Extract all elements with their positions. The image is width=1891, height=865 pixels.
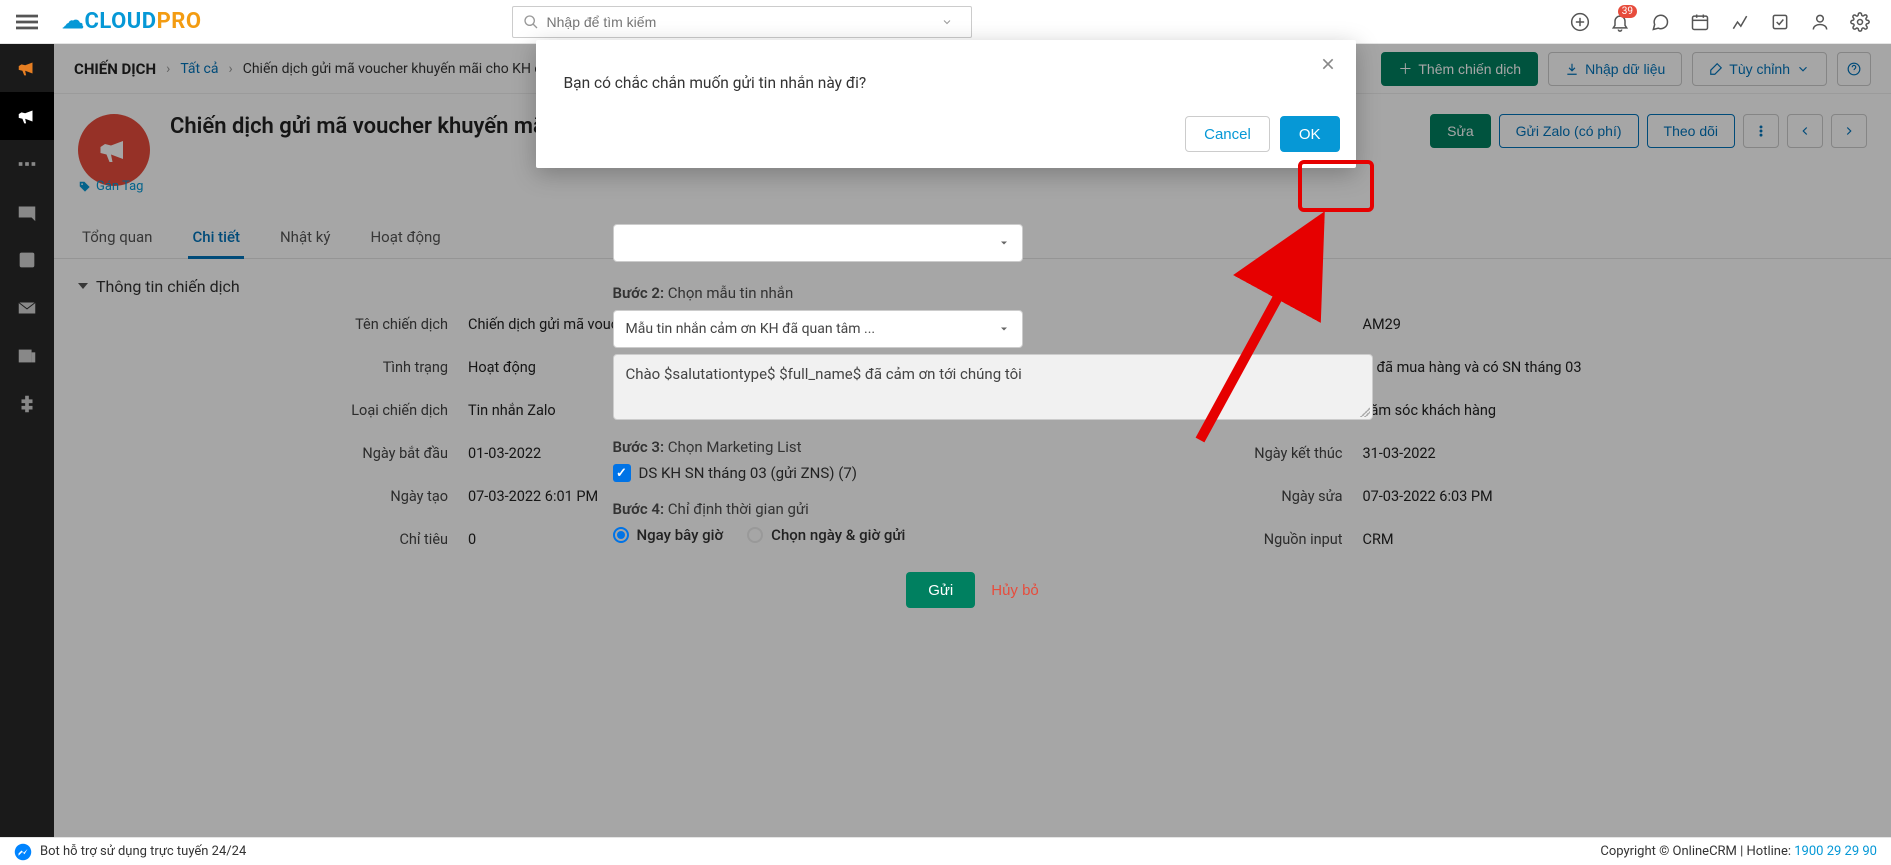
sidebar-item-megaphone[interactable] (0, 44, 54, 92)
sidebar-item-book[interactable] (0, 236, 54, 284)
step2-label: Bước 2: Chọn mẫu tin nhắn (613, 284, 1333, 302)
calendar-button[interactable] (1681, 3, 1719, 41)
dialog-cancel-button[interactable]: Cancel (1185, 116, 1270, 152)
schedule-radios: Ngay bây giờ Chọn ngày & giờ gửi (613, 526, 1333, 544)
step4-label: Bước 4: Chỉ định thời gian gửi (613, 500, 1333, 518)
sidebar-item-mail[interactable] (0, 284, 54, 332)
reports-button[interactable] (1721, 3, 1759, 41)
template-body[interactable]: Chào $salutationtype$ $full_name$ đã cảm… (613, 354, 1373, 420)
close-icon (1320, 56, 1336, 72)
footer-right: Copyright © OnlineCRM | Hotline: 1900 29… (1600, 844, 1877, 859)
dialog-ok-button[interactable]: OK (1280, 116, 1340, 152)
sidebar-item-groups[interactable] (0, 140, 54, 188)
global-search[interactable] (512, 6, 972, 38)
add-button[interactable] (1561, 3, 1599, 41)
menu-toggle[interactable] (0, 0, 54, 44)
settings-button[interactable] (1841, 3, 1879, 41)
radio-checked-icon (613, 527, 629, 543)
dialog-footer: Cancel OK (536, 106, 1356, 168)
radio-unchecked-icon (747, 527, 763, 543)
marketing-list-checkbox[interactable]: DS KH SN tháng 03 (gửi ZNS) (7) (613, 464, 1333, 482)
gear-icon (1850, 12, 1870, 32)
logo[interactable]: ☁CLOUDPRO (62, 9, 202, 34)
chat-button[interactable] (1641, 3, 1679, 41)
confirm-dialog: Bạn có chắc chắn muốn gửi tin nhắn này đ… (536, 40, 1356, 168)
search-icon (523, 14, 539, 30)
checkbox-checked-icon (613, 464, 631, 482)
footer: Bot hỗ trợ sử dụng trực tuyến 24/24 Copy… (0, 837, 1891, 865)
dialog-close-button[interactable] (1316, 52, 1340, 76)
topbar: ☁CLOUDPRO 39 (0, 0, 1891, 44)
panel-buttons: Gửi Hủy bỏ (613, 572, 1333, 608)
hotline-link[interactable]: 1900 29 29 90 (1794, 844, 1877, 859)
notifications-button[interactable]: 39 (1601, 3, 1639, 41)
send-button[interactable]: Gửi (906, 572, 975, 608)
sidebar-item-plugin[interactable] (0, 380, 54, 428)
chevron-down-icon (998, 323, 1010, 335)
hamburger-icon (16, 11, 38, 33)
radio-schedule[interactable]: Chọn ngày & giờ gửi (747, 526, 905, 544)
template-select[interactable]: Mẫu tin nhắn cảm ơn KH đã quan tâm ... (613, 310, 1023, 348)
cancel-send-button[interactable]: Hủy bỏ (991, 582, 1039, 599)
dialog-message: Bạn có chắc chắn muốn gửi tin nhắn này đ… (564, 74, 867, 92)
step3-label: Bước 3: Chọn Marketing List (613, 438, 1333, 456)
sidebar-item-news[interactable] (0, 332, 54, 380)
chevron-down-icon[interactable] (941, 16, 953, 28)
messenger-icon (14, 843, 32, 861)
search-wrap (512, 6, 972, 38)
top-icons: 39 (1561, 3, 1879, 41)
chevron-down-icon (998, 237, 1010, 249)
footer-bot-text[interactable]: Bot hỗ trợ sử dụng trực tuyến 24/24 (40, 844, 246, 859)
radio-now[interactable]: Ngay bây giờ (613, 526, 724, 544)
step1-select[interactable] (613, 224, 1023, 262)
search-input[interactable] (547, 14, 941, 30)
sidebar-item-campaign[interactable] (0, 92, 54, 140)
sidebar-item-sms[interactable] (0, 188, 54, 236)
user-button[interactable] (1801, 3, 1839, 41)
tasks-button[interactable] (1761, 3, 1799, 41)
notif-badge: 39 (1618, 5, 1637, 18)
left-sidebar (0, 44, 54, 865)
send-zalo-panel: Bước 2: Chọn mẫu tin nhắn Mẫu tin nhắn c… (613, 224, 1333, 608)
